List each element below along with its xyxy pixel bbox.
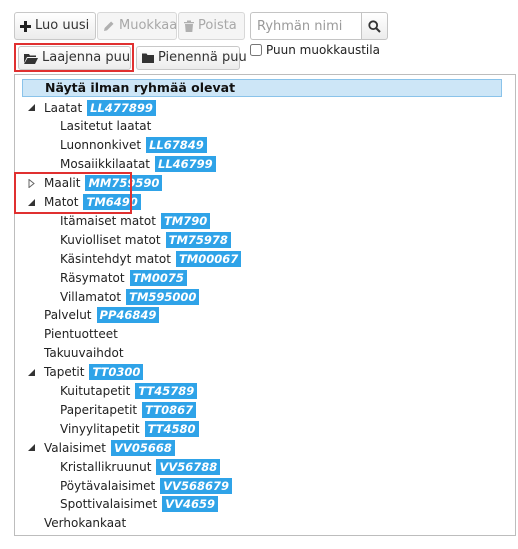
group-code-badge: PP46849 xyxy=(96,307,160,324)
tree-node-label: Valaisimet xyxy=(44,440,107,455)
group-code-badge: LL67849 xyxy=(146,137,207,154)
tree-node-label: Vinyylitapetit xyxy=(60,421,140,436)
group-code-badge: MM759590 xyxy=(85,175,163,192)
tree-header-ungrouped[interactable]: Näytä ilman ryhmää olevat xyxy=(22,79,502,97)
tree-node-label: Lasitetut laatat xyxy=(60,119,152,134)
folder-icon xyxy=(142,53,154,63)
search-icon xyxy=(368,19,381,33)
group-code-badge: TT45789 xyxy=(135,383,198,399)
tree-node-label: Maalit xyxy=(44,176,81,191)
tree-node-label: Kuviolliset matot xyxy=(60,232,161,247)
expand-tree-label: Laajenna puu xyxy=(42,50,131,65)
tree-row[interactable]: Mosaiikkilaatat LL46799 xyxy=(60,155,216,174)
group-code-badge: TT0867 xyxy=(142,401,197,418)
folder-open-icon xyxy=(24,53,38,64)
tree-row[interactable]: Kristallikruunut VV56788 xyxy=(60,457,221,476)
expanded-toggle-icon[interactable] xyxy=(26,363,36,382)
expand-tree-button[interactable]: Laajenna puu xyxy=(18,46,131,70)
tree-row[interactable]: Valaisimet VV05668 xyxy=(27,438,175,457)
group-code-badge: VV05668 xyxy=(111,439,175,456)
edit-mode-label: Puun muokkaustila xyxy=(266,43,380,57)
tree-node-label: Verhokankaat xyxy=(44,516,127,531)
tree-node-label: Paperitapetit xyxy=(60,402,138,417)
tree-row[interactable]: Lasitetut laatat xyxy=(60,117,151,136)
tree-node-label: Tapetit xyxy=(44,365,85,380)
tree-node-label: Luonnonkivet xyxy=(60,138,142,153)
tree-node-label: Laatat xyxy=(44,100,83,115)
edit-button-label: Muokkaa xyxy=(119,18,178,33)
edit-button[interactable]: Muokkaa xyxy=(97,12,177,40)
delete-button-label: Poista xyxy=(198,18,237,33)
group-code-badge: LL477899 xyxy=(87,99,156,116)
tree-node-label: Spottivalaisimet xyxy=(60,497,158,512)
tree-row[interactable]: Vinyylitapetit TT4580 xyxy=(60,419,199,438)
tree-node-label: Kuitutapetit xyxy=(60,384,131,398)
edit-mode-toggle[interactable]: Puun muokkaustila xyxy=(250,43,380,57)
expanded-toggle-icon[interactable] xyxy=(26,98,36,117)
tree-row[interactable]: Räsymatot TM0075 xyxy=(60,268,187,287)
collapse-tree-button[interactable]: Pienennä puu xyxy=(136,46,247,70)
collapse-tree-label: Pienennä puu xyxy=(158,50,247,65)
expanded-toggle-icon[interactable] xyxy=(26,438,36,457)
group-tree: Näytä ilman ryhmää olevat Laatat LL477899… xyxy=(14,74,516,536)
group-code-badge: VV568679 xyxy=(160,477,232,494)
tree-node-label: Pöytävalaisimet xyxy=(60,478,156,493)
group-code-badge: VV56788 xyxy=(156,458,221,475)
group-code-badge: TM595000 xyxy=(126,288,200,305)
tree-node-label: Matot xyxy=(44,195,79,209)
tree-node-label: Villamatot xyxy=(60,289,122,304)
new-button-label: Luo uusi xyxy=(35,18,90,33)
group-code-badge: TM790 xyxy=(160,212,211,229)
delete-button[interactable]: Poista xyxy=(178,12,245,40)
tree-row[interactable]: Verhokankaat xyxy=(44,514,126,533)
tree-row[interactable]: Pöytävalaisimet VV568679 xyxy=(60,476,232,495)
tree-node-label: Takuuvaihdot xyxy=(44,346,124,361)
tree-row[interactable]: Spottivalaisimet VV4659 xyxy=(60,495,218,514)
group-code-badge: TM75978 xyxy=(165,231,231,248)
edit-mode-checkbox[interactable] xyxy=(250,44,262,56)
tree-node-label: Käsintehdyt matot xyxy=(60,251,171,266)
tree-node-label: Pientuotteet xyxy=(44,327,118,342)
tree-row[interactable]: Villamatot TM595000 xyxy=(60,287,200,306)
tree-row[interactable]: Kuviolliset matot TM75978 xyxy=(60,230,231,249)
tree-node-label: Itämaiset matot xyxy=(60,213,156,228)
search-button[interactable] xyxy=(361,12,388,40)
group-code-badge: TM6490 xyxy=(83,194,141,210)
group-name-search-input[interactable] xyxy=(250,12,361,40)
tree-node-label: Räsymatot xyxy=(60,270,125,285)
group-code-badge: TM0075 xyxy=(129,269,187,286)
tree-node-label: Mosaiikkilaatat xyxy=(60,157,151,172)
tree-row[interactable]: Paperitapetit TT0867 xyxy=(60,400,197,419)
group-code-badge: LL46799 xyxy=(155,156,216,173)
tree-row[interactable]: Itämaiset matot TM790 xyxy=(60,211,211,230)
trash-icon xyxy=(184,20,194,32)
group-code-badge: TT4580 xyxy=(144,420,199,437)
tree-row[interactable]: Pientuotteet xyxy=(44,325,118,344)
tree-row[interactable]: Luonnonkivet LL67849 xyxy=(60,136,207,155)
tree-node-label: Kristallikruunut xyxy=(60,459,152,474)
tree-row[interactable]: Kuitutapetit TT45789 xyxy=(60,382,198,401)
tree-row[interactable]: Laatat LL477899 xyxy=(27,98,156,117)
group-code-badge: VV4659 xyxy=(162,496,218,513)
group-code-badge: TT0300 xyxy=(89,364,144,381)
tree-row[interactable]: Takuuvaihdot xyxy=(44,344,124,363)
group-code-badge: TM00067 xyxy=(175,250,242,267)
pencil-icon xyxy=(104,21,114,31)
tree-row[interactable]: Maalit MM759590 xyxy=(28,174,163,193)
tree-node-label: Palvelut xyxy=(44,308,92,323)
tree-row[interactable]: Tapetit TT0300 xyxy=(27,363,144,382)
expanded-toggle-icon[interactable] xyxy=(26,193,36,212)
plus-icon xyxy=(20,20,31,32)
new-button[interactable]: Luo uusi xyxy=(14,12,96,40)
tree-row[interactable]: Käsintehdyt matot TM00067 xyxy=(60,249,242,268)
tree-row[interactable]: Matot TM6490 xyxy=(27,193,141,212)
collapsed-toggle-icon[interactable] xyxy=(26,174,36,193)
tree-row[interactable]: Palvelut PP46849 xyxy=(44,306,160,325)
